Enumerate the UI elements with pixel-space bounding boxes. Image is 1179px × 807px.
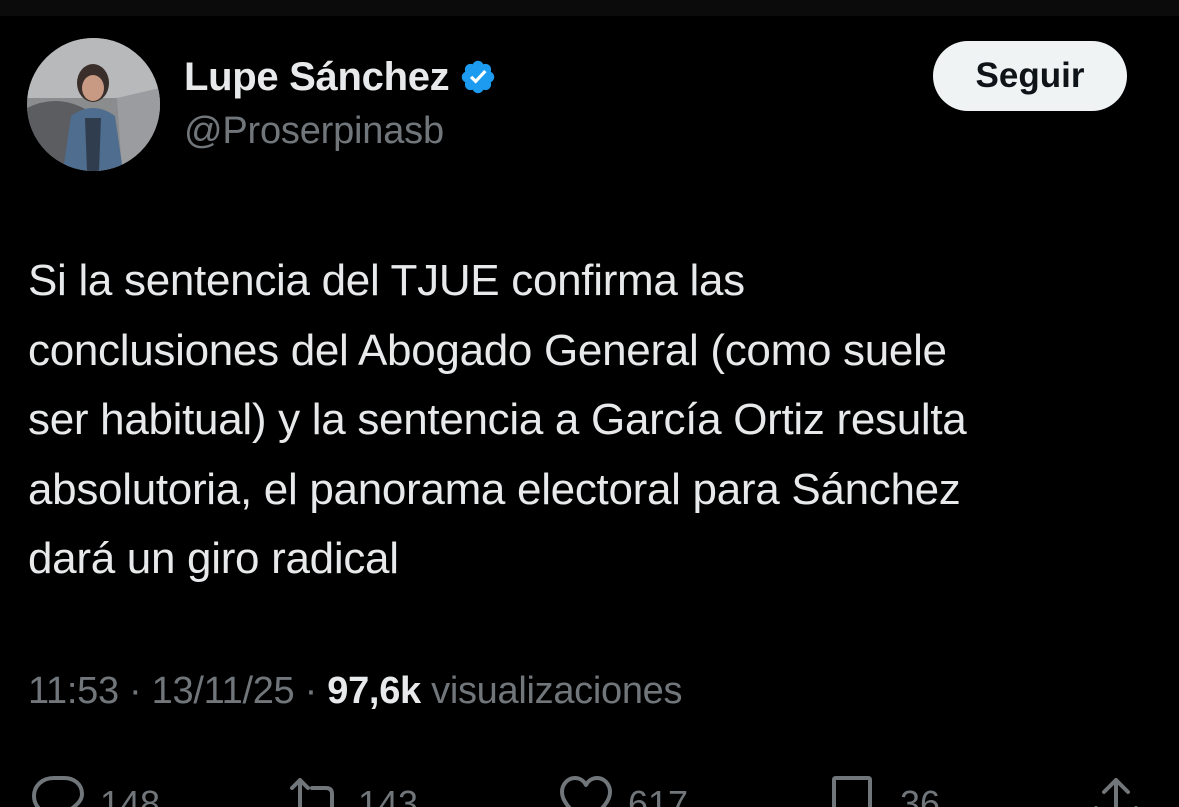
bookmark-button[interactable]: 36 xyxy=(830,774,940,807)
bookmark-count: 36 xyxy=(900,783,941,807)
author-name-row[interactable]: Lupe Sánchez xyxy=(184,52,497,102)
tweet-text: Si la sentencia del TJUE confirma las co… xyxy=(28,246,1148,594)
repost-count: 143 xyxy=(358,783,419,807)
follow-button[interactable]: Seguir xyxy=(933,41,1127,111)
action-bar: 148 143 617 36 xyxy=(0,762,1179,807)
repost-icon xyxy=(290,778,334,807)
views-label: visualizaciones xyxy=(431,670,683,712)
meta-separator: · xyxy=(304,670,318,712)
verified-badge-icon xyxy=(462,60,495,94)
avatar[interactable] xyxy=(27,38,160,171)
meta-separator: · xyxy=(129,670,142,712)
status-strip xyxy=(0,0,1179,16)
author-handle[interactable]: @Proserpinasb xyxy=(184,110,444,153)
reply-icon xyxy=(32,776,84,807)
bookmark-icon xyxy=(832,776,872,807)
heart-icon xyxy=(560,776,612,807)
tweet-line: dará un giro radical xyxy=(28,534,399,583)
like-count: 617 xyxy=(628,783,689,807)
reply-count: 148 xyxy=(100,783,161,807)
share-button[interactable] xyxy=(1090,774,1146,807)
like-button[interactable]: 617 xyxy=(558,774,688,807)
tweet-time[interactable]: 11:53 xyxy=(28,670,119,712)
tweet-line: Si la sentencia del TJUE confirma las xyxy=(28,256,745,305)
reply-button[interactable]: 148 xyxy=(30,774,160,807)
tweet-line: conclusiones del Abogado General (como s… xyxy=(28,325,947,375)
tweet-date[interactable]: 13/11/25 xyxy=(152,670,295,712)
tweet-line: absolutoria, el panorama electoral para … xyxy=(28,464,961,514)
tweet-meta: 11:53 · 13/11/25 · 97,6k visualizaciones xyxy=(28,670,683,713)
profile-photo-icon xyxy=(27,38,160,171)
share-icon xyxy=(1094,778,1138,807)
author-name[interactable]: Lupe Sánchez xyxy=(184,55,450,100)
repost-button[interactable]: 143 xyxy=(288,774,418,807)
tweet-line: ser habitual) y la sentencia a García Or… xyxy=(28,395,967,444)
views-count[interactable]: 97,6k xyxy=(327,670,421,712)
